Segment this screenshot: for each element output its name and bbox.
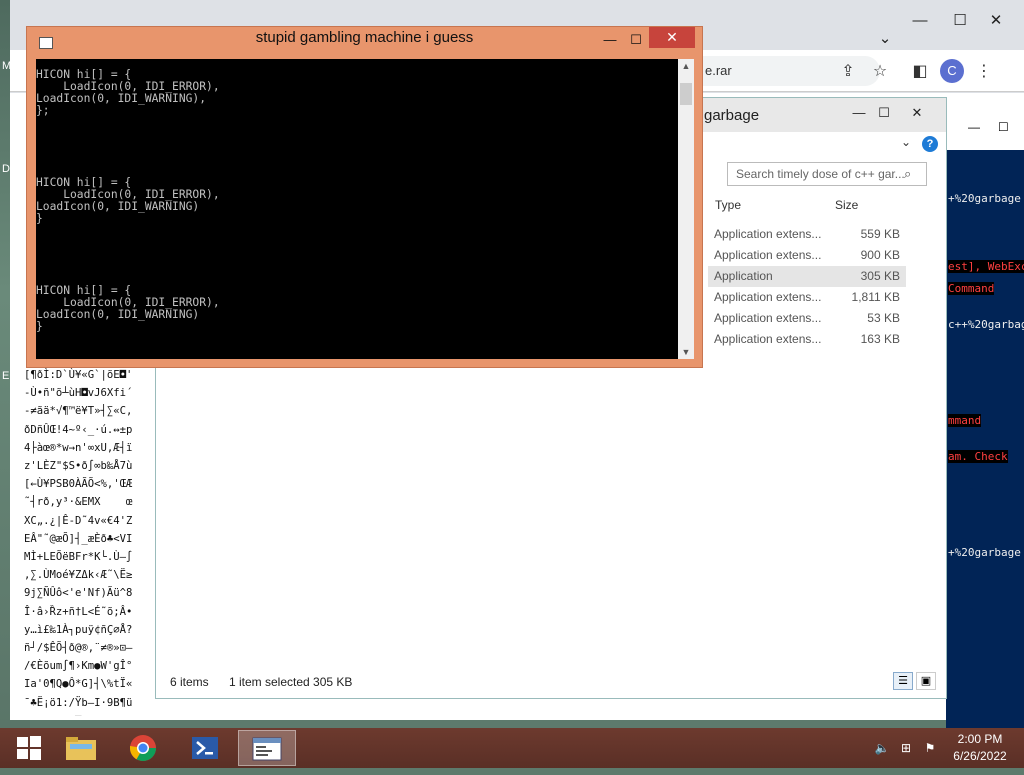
column-header-size[interactable]: Size — [835, 198, 858, 212]
file-size: 900 KB — [860, 248, 900, 262]
powershell-taskbar-button[interactable] — [176, 730, 234, 766]
close-button[interactable]: ✕ — [649, 27, 695, 48]
ribbon-expand-icon[interactable]: ⌄ — [901, 135, 911, 149]
profile-avatar[interactable]: C — [940, 59, 964, 83]
file-type: Application extens... — [714, 311, 822, 325]
scrollbar-thumb[interactable] — [680, 83, 692, 105]
file-row[interactable]: Application extens... 900 KB — [708, 245, 906, 266]
console-window-icon — [252, 737, 282, 761]
console-line: c++%20garbag — [948, 318, 1024, 331]
network-icon[interactable]: ⊞ — [898, 740, 914, 756]
large-icons-view-icon[interactable]: ▣ — [916, 672, 936, 690]
side-panel-icon[interactable]: ◧ — [908, 60, 932, 84]
file-type: Application extens... — [714, 227, 822, 241]
error-line: mmand — [948, 414, 982, 427]
search-input[interactable]: Search timely dose of c++ gar... — [727, 162, 927, 186]
file-row[interactable]: Application extens... 53 KB — [708, 308, 906, 329]
chrome-icon — [129, 735, 157, 762]
volume-muted-icon[interactable]: 🔈 — [874, 740, 890, 756]
file-type: Application extens... — [714, 290, 822, 304]
console-taskbar-button[interactable] — [238, 730, 296, 766]
desktop-icon-label[interactable]: D — [2, 163, 10, 175]
more-menu-icon[interactable]: ⋮ — [972, 60, 996, 84]
garbled-text: [¶ðÌ:D`Ù¥«G`|õE◘' -Ù•ñ"õ┴ùH◘vJ6Xfi´ -≠ãä… — [24, 366, 150, 716]
file-row[interactable]: Application extens... 1,811 KB — [708, 287, 906, 308]
file-explorer-taskbar-button[interactable] — [52, 730, 110, 766]
file-row-selected[interactable]: Application 305 KB — [708, 266, 906, 287]
powershell-icon — [192, 737, 218, 759]
window-title: garbage — [704, 107, 760, 124]
scroll-down-icon[interactable]: ▼ — [678, 347, 694, 357]
error-line: Command — [948, 282, 995, 295]
console-window: stupid gambling machine i guess — ☐ ✕ HI… — [26, 26, 703, 368]
search-icon[interactable]: ⌕ — [904, 166, 911, 182]
file-type: Application — [714, 269, 773, 283]
chrome-taskbar-button[interactable] — [114, 730, 172, 766]
clock-date: 6/26/2022 — [953, 749, 1007, 763]
maximize-button[interactable]: ☐ — [869, 102, 899, 124]
close-button[interactable]: ✕ — [902, 102, 932, 124]
console-output: HICON hi[] = { LoadIcon(0, IDI_ERROR), L… — [36, 68, 220, 333]
help-icon[interactable]: ? — [922, 136, 938, 152]
bookmark-star-icon[interactable]: ☆ — [868, 60, 892, 84]
folder-icon — [66, 737, 96, 760]
file-size: 163 KB — [860, 332, 900, 346]
file-size: 559 KB — [860, 227, 900, 241]
column-header-type[interactable]: Type — [715, 198, 741, 212]
console-line: +%20garbage — [948, 546, 1021, 559]
details-view-icon[interactable]: ☰ — [893, 672, 913, 690]
error-line: est], WebExc — [948, 260, 1024, 273]
share-icon[interactable]: ⇪ — [836, 60, 860, 84]
status-item-count: 6 items — [170, 675, 209, 689]
start-button[interactable] — [0, 730, 58, 766]
error-line: am. Check — [948, 450, 1008, 463]
maximize-button[interactable]: ☐ — [940, 6, 980, 36]
file-size: 305 KB — [860, 269, 900, 283]
powershell-window: — ☐ +%20garbage est], WebExc Command c++… — [946, 118, 1024, 728]
maximize-button[interactable]: ☐ — [998, 120, 1009, 134]
scrollbar[interactable]: ▲ ▼ — [678, 59, 694, 359]
console-output-area[interactable]: HICON hi[] = { LoadIcon(0, IDI_ERROR), L… — [36, 59, 678, 359]
close-button[interactable]: ✕ — [976, 6, 1016, 36]
file-row[interactable]: Application extens... 163 KB — [708, 329, 906, 350]
maximize-button[interactable]: ☐ — [621, 29, 651, 51]
taskbar: 🔈 ⊞ ⚑ 2:00 PM 6/26/2022 — [0, 728, 1024, 768]
minimize-button[interactable]: — — [968, 120, 980, 134]
desktop-icon-label[interactable]: E — [2, 370, 9, 382]
file-type: Application extens... — [714, 332, 822, 346]
minimize-button[interactable]: — — [900, 6, 940, 36]
console-line: +%20garbage — [948, 192, 1021, 205]
status-selection: 1 item selected 305 KB — [229, 675, 353, 689]
file-size: 53 KB — [867, 311, 900, 325]
file-size: 1,811 KB — [851, 290, 900, 304]
windows-logo-icon — [17, 736, 41, 760]
file-row[interactable]: Application extens... 559 KB — [708, 224, 906, 245]
clock-time: 2:00 PM — [957, 732, 1003, 746]
powershell-titlebar[interactable]: — ☐ — [946, 118, 1024, 150]
file-type: Application extens... — [714, 248, 822, 262]
system-clock[interactable]: 2:00 PM 6/26/2022 — [940, 731, 1020, 765]
scroll-up-icon[interactable]: ▲ — [678, 61, 694, 71]
action-center-flag-icon[interactable]: ⚑ — [922, 740, 938, 756]
